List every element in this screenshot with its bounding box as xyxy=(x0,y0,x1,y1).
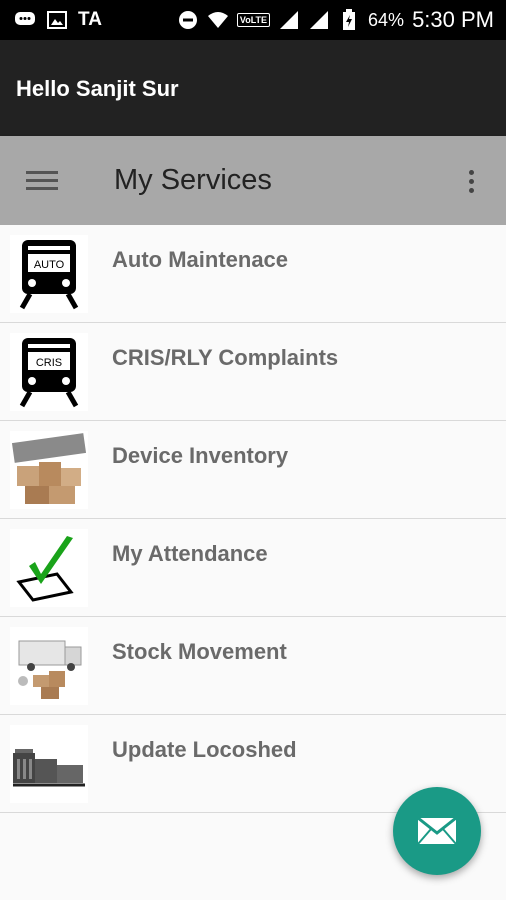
overflow-menu-icon[interactable] xyxy=(456,166,486,196)
hamburger-menu-icon[interactable] xyxy=(26,166,64,196)
wifi-icon xyxy=(207,9,229,31)
image-icon xyxy=(46,9,68,31)
services-list: AUTO Auto Maintenace CRIS CRIS/RLY Compl… xyxy=(0,225,506,813)
list-item-label: CRIS/RLY Complaints xyxy=(112,345,339,370)
do-not-disturb-icon xyxy=(177,9,199,31)
compose-message-button[interactable] xyxy=(393,787,481,875)
train-badge-cris: CRIS xyxy=(36,357,62,369)
battery-level: 64% xyxy=(368,9,405,30)
list-item-cris-complaints[interactable]: CRIS CRIS/RLY Complaints xyxy=(0,323,506,421)
train-badge-auto: AUTO xyxy=(34,259,65,271)
list-item-label: Auto Maintenace xyxy=(112,247,289,272)
inventory-boxes-icon xyxy=(10,431,88,509)
carrier-label: TA xyxy=(78,9,102,30)
clock: 5:30 PM xyxy=(412,7,494,32)
status-bar: TA VoLTE 64% 5:30 PM xyxy=(0,0,506,40)
greeting-text: Hello Sanjit Sur xyxy=(16,76,179,101)
list-item-label: Stock Movement xyxy=(112,639,287,664)
signal-roaming-icon xyxy=(278,9,300,31)
locoshed-icon xyxy=(10,725,88,803)
train-cris-icon: CRIS xyxy=(10,333,88,411)
list-item-label: Device Inventory xyxy=(112,443,289,468)
list-item-device-inventory[interactable]: Device Inventory xyxy=(0,421,506,519)
checkmark-icon xyxy=(10,529,88,607)
list-item-auto-maintenance[interactable]: AUTO Auto Maintenace xyxy=(0,225,506,323)
app-toolbar: My Services xyxy=(0,136,506,225)
stock-truck-icon xyxy=(10,627,88,705)
list-item-label: My Attendance xyxy=(112,541,268,566)
mail-icon xyxy=(417,817,457,845)
chat-icon xyxy=(14,9,36,31)
volte-badge: VoLTE xyxy=(236,13,271,27)
battery-charging-icon xyxy=(338,9,360,31)
list-item-my-attendance[interactable]: My Attendance xyxy=(0,519,506,617)
signal-icon xyxy=(308,9,330,31)
list-item-label: Update Locoshed xyxy=(112,737,297,762)
page-title: My Services xyxy=(114,164,272,196)
train-auto-icon: AUTO xyxy=(10,235,88,313)
greeting-header: Hello Sanjit Sur xyxy=(0,40,506,136)
list-item-stock-movement[interactable]: Stock Movement xyxy=(0,617,506,715)
